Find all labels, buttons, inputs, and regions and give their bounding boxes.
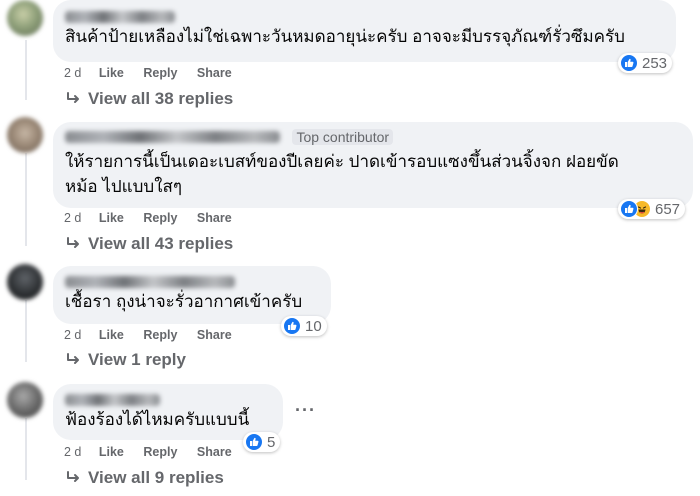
view-replies-label: View all 43 replies <box>88 234 234 253</box>
avatar[interactable] <box>7 382 43 418</box>
like-button[interactable]: Like <box>99 211 124 225</box>
timestamp[interactable]: 2 d <box>64 66 81 80</box>
top-contributor-badge: Top contributor <box>292 128 394 145</box>
reply-button[interactable]: Reply <box>143 66 177 80</box>
like-button[interactable]: Like <box>99 445 124 459</box>
more-options-icon[interactable]: ··· <box>295 400 316 421</box>
comment-text: สินค้าป้ายเหลืองไม่ใช่เฉพาะวันหมดอายุน่ะ… <box>65 27 625 46</box>
thread-line <box>25 418 27 480</box>
reaction-count: 253 <box>642 54 668 72</box>
view-replies-link[interactable]: View all 38 replies <box>66 89 233 109</box>
comment-bubble: Top contributor ให้รายการนี้เป็นเดอะเบสท… <box>53 122 693 208</box>
comment-bubble: สินค้าป้ายเหลืองไม่ใช่เฉพาะวันหมดอายุน่ะ… <box>53 0 676 62</box>
reaction-count: 657 <box>655 200 681 218</box>
commenter-name[interactable] <box>65 391 271 406</box>
comment-actions: 2 d Like Reply Share <box>64 211 248 225</box>
reaction-summary[interactable]: 253 <box>618 53 673 73</box>
share-button[interactable]: Share <box>197 211 232 225</box>
commenter-name[interactable]: Top contributor <box>65 128 681 146</box>
reaction-count: 10 <box>305 317 322 335</box>
comment-text: ให้รายการนี้เป็นเดอะเบสท์ของปีเลยค่ะ ปาด… <box>65 152 619 196</box>
reply-button[interactable]: Reply <box>143 211 177 225</box>
share-button[interactable]: Share <box>197 66 232 80</box>
comment-bubble: ฟ้องร้องได้ไหมครับแบบนี้ <box>53 384 283 440</box>
reply-button[interactable]: Reply <box>143 445 177 459</box>
avatar[interactable] <box>7 264 43 300</box>
reply-arrow-icon <box>67 237 79 248</box>
timestamp[interactable]: 2 d <box>64 211 81 225</box>
thumbs-up-icon <box>620 54 638 72</box>
thread-line <box>25 40 27 100</box>
reply-arrow-icon <box>67 471 79 482</box>
reaction-count: 5 <box>267 433 276 451</box>
view-replies-label: View all 38 replies <box>88 89 234 108</box>
comment-text: เชื้อรา ถุงน่าจะรั่วอากาศเข้าครับ <box>65 292 303 311</box>
like-button[interactable]: Like <box>99 66 124 80</box>
view-replies-label: View 1 reply <box>88 350 186 369</box>
share-button[interactable]: Share <box>197 445 232 459</box>
reply-arrow-icon <box>67 353 79 364</box>
thumbs-up-icon <box>620 200 638 218</box>
reply-arrow-icon <box>67 92 79 103</box>
like-button[interactable]: Like <box>99 328 124 342</box>
reaction-summary[interactable]: 657 <box>618 199 686 219</box>
commenter-name[interactable] <box>65 273 319 288</box>
timestamp[interactable]: 2 d <box>64 328 81 342</box>
commenter-name[interactable] <box>65 8 664 23</box>
reaction-summary[interactable]: 5 <box>243 432 281 452</box>
comment-actions: 2 d Like Reply Share <box>64 445 248 459</box>
thumbs-up-icon <box>245 433 263 451</box>
avatar[interactable] <box>7 0 43 36</box>
view-replies-link[interactable]: View 1 reply <box>66 350 186 370</box>
view-replies-link[interactable]: View all 9 replies <box>66 468 224 488</box>
comment-actions: 2 d Like Reply Share <box>64 66 248 80</box>
avatar[interactable] <box>7 117 43 153</box>
thread-line <box>25 300 27 362</box>
timestamp[interactable]: 2 d <box>64 445 81 459</box>
reply-button[interactable]: Reply <box>143 328 177 342</box>
reaction-summary[interactable]: 10 <box>281 316 327 336</box>
comment-actions: 2 d Like Reply Share <box>64 328 248 342</box>
comment-text: ฟ้องร้องได้ไหมครับแบบนี้ <box>65 410 250 429</box>
share-button[interactable]: Share <box>197 328 232 342</box>
thumbs-up-icon <box>283 317 301 335</box>
view-replies-link[interactable]: View all 43 replies <box>66 234 233 254</box>
view-replies-label: View all 9 replies <box>88 468 224 487</box>
thread-line <box>25 153 27 246</box>
